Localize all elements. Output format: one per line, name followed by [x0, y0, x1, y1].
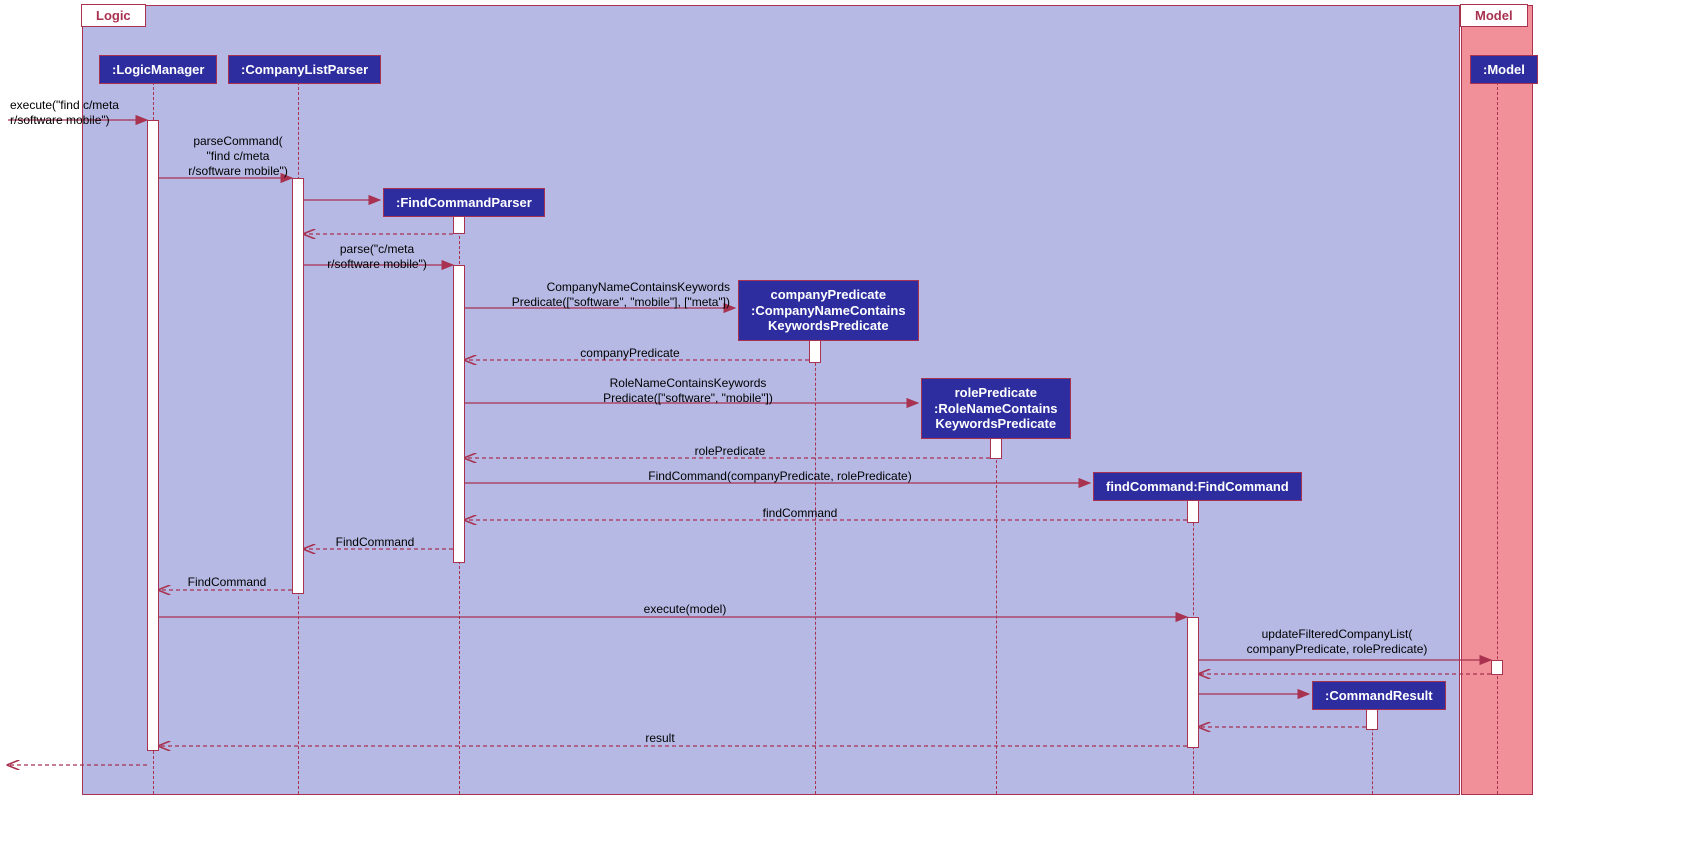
msg-execute: execute("find c/meta r/software mobile")	[10, 98, 160, 128]
find-command-parser-participant: :FindCommandParser	[383, 188, 545, 217]
find-command-participant: findCommand:FindCommand	[1093, 472, 1302, 501]
logic-frame-label: Logic	[81, 4, 146, 27]
logic-manager-activation	[147, 120, 159, 751]
model-activation	[1491, 660, 1503, 675]
command-result-participant: :CommandResult	[1312, 681, 1446, 710]
role-predicate-lifeline	[996, 430, 997, 794]
find-command-activation-2	[1187, 617, 1199, 748]
msg-role-name-contains: RoleNameContainsKeywords Predicate(["sof…	[548, 376, 828, 406]
find-command-activation-1	[1187, 498, 1199, 523]
role-predicate-participant: rolePredicate :RoleNameContains Keywords…	[921, 378, 1071, 439]
msg-company-predicate-return: companyPredicate	[530, 346, 730, 361]
msg-find-command-return2: FindCommand	[310, 535, 440, 550]
msg-find-command-return3: FindCommand	[167, 575, 287, 590]
msg-find-command-create: FindCommand(companyPredicate, rolePredic…	[560, 469, 1000, 484]
msg-result: result	[560, 731, 760, 746]
find-command-parser-activation-1	[453, 216, 465, 234]
company-list-parser-activation	[292, 178, 304, 594]
model-participant: :Model	[1470, 55, 1538, 84]
msg-role-predicate-return: rolePredicate	[630, 444, 830, 459]
logic-manager-participant: :LogicManager	[99, 55, 217, 84]
find-command-parser-activation-2	[453, 265, 465, 563]
msg-execute-model: execute(model)	[560, 602, 810, 617]
msg-parse-command: parseCommand( "find c/meta r/software mo…	[163, 134, 313, 179]
msg-company-name-contains: CompanyNameContainsKeywords Predicate(["…	[470, 280, 730, 310]
model-lifeline	[1497, 82, 1498, 794]
msg-parse: parse("c/meta r/software mobile")	[312, 242, 442, 272]
company-list-parser-participant: :CompanyListParser	[228, 55, 381, 84]
command-result-activation	[1366, 708, 1378, 730]
model-frame-label: Model	[1460, 4, 1528, 27]
msg-update-filtered: updateFilteredCompanyList( companyPredic…	[1222, 627, 1452, 657]
company-predicate-participant: companyPredicate :CompanyNameContains Ke…	[738, 280, 919, 341]
msg-find-command-return: findCommand	[700, 506, 900, 521]
